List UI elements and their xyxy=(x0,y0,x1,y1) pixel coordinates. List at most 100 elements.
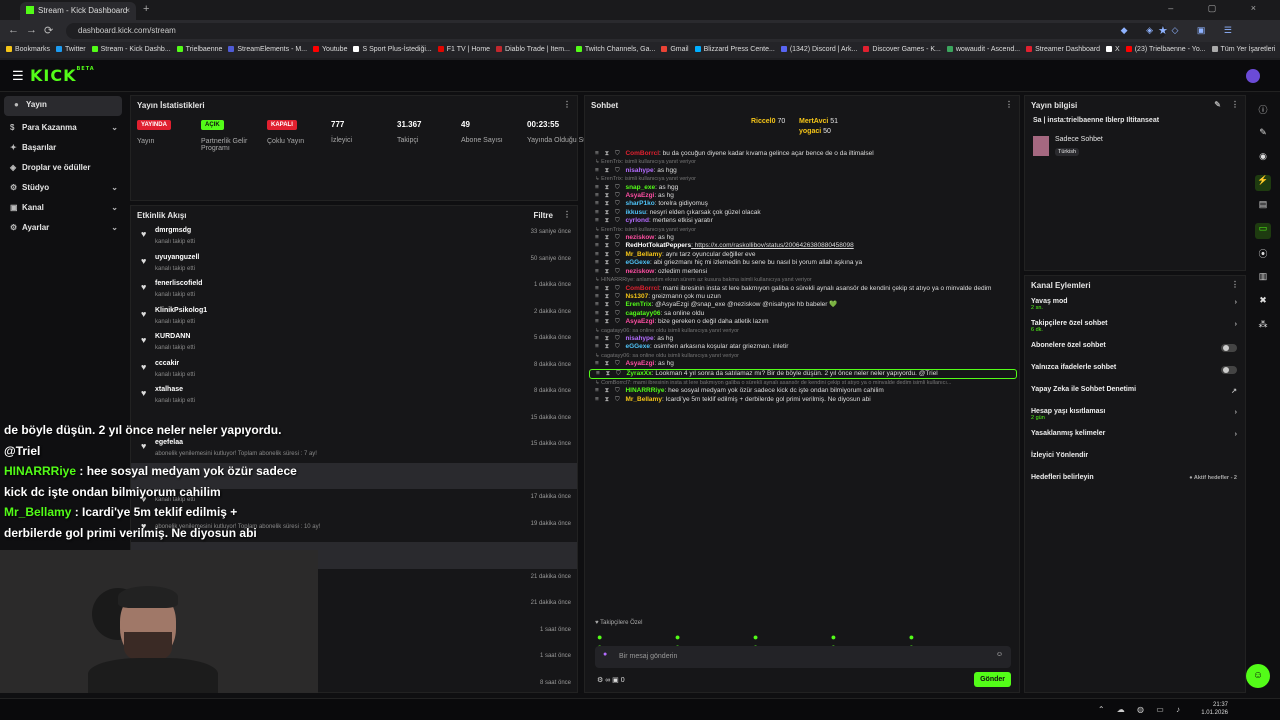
mod-actions-icon[interactable]: ≡ ⧗ ⛉ xyxy=(595,242,625,249)
mic-icon[interactable]: ● xyxy=(603,651,607,658)
activity-row[interactable]: ♥ dmrgmsdg kanalı takip etti 33 saniye önce xyxy=(131,224,577,251)
stats-icon[interactable]: ▥ xyxy=(1255,271,1271,287)
bookmark-item[interactable]: StreamElements - M... xyxy=(228,46,307,53)
goal-status[interactable]: ● Aktif hedefler - 2 xyxy=(1189,475,1237,481)
activity-row[interactable]: ♥ uyuyanguzell kanalı takip etti 50 saniye … xyxy=(131,251,577,278)
chat-username[interactable]: cagatayy06 xyxy=(625,310,660,317)
chat-message[interactable]: ≡ ⧗ ⛉ ErenTrix: @AsyaEzgi @snap_exe @nez… xyxy=(589,301,1017,309)
bookmark-item[interactable]: F1 TV | Home xyxy=(437,46,490,53)
mod-actions-icon[interactable]: ≡ ⧗ ⛉ xyxy=(595,150,625,157)
wrench-icon[interactable]: ✖ xyxy=(1255,295,1271,311)
document-icon[interactable]: ▤ xyxy=(1255,199,1271,215)
close-tab-icon[interactable]: × xyxy=(125,6,130,15)
avatar[interactable] xyxy=(1246,69,1260,83)
mod-actions-icon[interactable]: ≡ ⧗ ⛉ xyxy=(595,335,625,342)
chat-username[interactable]: ikkusu xyxy=(625,209,646,216)
activity-row[interactable]: ♥ cccakir kanalı takip etti 8 dakika önce xyxy=(131,357,577,384)
mod-actions-icon[interactable]: ≡ ⧗ ⛉ xyxy=(595,192,625,199)
channel-action-row[interactable]: Yalnızca ifadelerle sohbet xyxy=(1025,360,1245,382)
filter-button[interactable]: Filtre xyxy=(533,211,553,220)
window-controls[interactable]: – ▢ × xyxy=(1168,3,1272,14)
chevron-right-icon[interactable]: › xyxy=(1235,321,1237,328)
chat-username[interactable]: HINARRRiye xyxy=(625,387,664,394)
mod-actions-icon[interactable]: ≡ ⧗ ⛉ xyxy=(595,234,625,241)
channel-action-row[interactable]: Hesap yaşı kısıtlaması 2 gün › xyxy=(1025,404,1245,426)
forward-icon[interactable]: → xyxy=(26,24,37,36)
chat-username[interactable]: Ns1307 xyxy=(625,293,648,300)
sidebar-item-1[interactable]: $ Para Kazanma ⌄ xyxy=(0,119,126,139)
emote-bar[interactable]: ● ● ● ● ● ● ● ● ● ● xyxy=(597,632,1017,652)
bookmark-item[interactable]: Blizzard Press Cente... xyxy=(694,46,775,53)
bookmark-item[interactable]: Youtube xyxy=(313,46,347,53)
chat-message[interactable]: ≡ ⧗ ⛉ cagatayy06: sa online oldu xyxy=(589,310,1017,318)
mod-actions-icon[interactable]: ≡ ⧗ ⛉ xyxy=(595,301,625,308)
mod-actions-icon[interactable]: ≡ ⧗ ⛉ xyxy=(595,217,625,224)
browser-tab[interactable]: Stream - Kick Dashboard × xyxy=(20,2,136,20)
top-gifter[interactable]: Riccel0 70 xyxy=(751,118,785,125)
reload-icon[interactable]: ⟳ xyxy=(44,24,53,37)
chevron-right-icon[interactable]: › xyxy=(1235,409,1237,416)
chevron-down-icon[interactable]: ⌄ xyxy=(111,123,118,132)
bookmark-item[interactable]: wowaudit - Ascend... xyxy=(946,46,1020,53)
sidebar-item-6[interactable]: ⚙ Ayarlar ⌄ xyxy=(0,219,126,239)
gift-icon[interactable]: ▣ xyxy=(612,677,619,684)
bookmark-item[interactable]: S Sport Plus-İstediği... xyxy=(353,46,432,53)
chevron-down-icon[interactable]: ⌄ xyxy=(111,183,118,192)
more-icon[interactable]: ⋮ xyxy=(563,210,571,219)
channel-action-row[interactable]: Takipçilere özel sohbet 6 dk. › xyxy=(1025,316,1245,338)
chat-username[interactable]: ComBorrcl xyxy=(625,285,659,292)
chat-username[interactable]: neziskow xyxy=(625,268,654,275)
chat-message[interactable]: ≡ ⧗ ⛉ eGGexe: abi griezmanı hiç mi izlem… xyxy=(589,259,1017,267)
bookmark-item[interactable]: Stream - Kick Dashb... xyxy=(91,46,171,53)
chevron-down-icon[interactable]: ⌄ xyxy=(111,223,118,232)
chat-username[interactable]: RedHotTokatPeppers xyxy=(625,242,691,249)
mod-actions-icon[interactable]: ≡ ⧗ ⛉ xyxy=(595,396,625,403)
chat-message[interactable]: ≡ ⧗ ⛉ snap_exe: as hgg xyxy=(589,184,1017,192)
info-icon[interactable]: ⓘ xyxy=(1255,103,1271,119)
pencil-icon[interactable]: ✎ xyxy=(1255,127,1271,143)
chat-input[interactable]: ● Bir mesaj gönderin ☺ xyxy=(595,646,1011,668)
mod-actions-icon[interactable]: ≡ ⧗ ⛉ xyxy=(595,251,625,258)
more-icon[interactable]: ⋮ xyxy=(1005,100,1013,109)
channel-action-row[interactable]: İzleyici Yönlendir xyxy=(1025,448,1245,470)
channel-action-row[interactable]: Abonelere özel sohbet xyxy=(1025,338,1245,360)
chat-username[interactable]: ComBorrcl xyxy=(625,150,659,157)
chat-username[interactable]: sharP1ko xyxy=(625,200,654,207)
extensions-icon[interactable]: ◆ ◈ ◇ ▣ ☰ xyxy=(1121,25,1240,36)
mod-actions-icon[interactable]: ≡ ⧗ ⛉ xyxy=(595,259,625,266)
back-icon[interactable]: ← xyxy=(8,24,19,36)
bookmark-item[interactable]: Streamer Dashboard xyxy=(1026,46,1100,53)
chat-message[interactable]: ≡ ⧗ ⛉ AsyaEzgi: as hg xyxy=(589,192,1017,200)
mod-actions-icon[interactable]: ≡ ⧗ ⛉ xyxy=(595,343,625,350)
bookmark-item[interactable]: (1342) Discord | Ark... xyxy=(780,46,857,53)
chat-message[interactable]: ≡ ⧗ ⛉ Mr_Bellamy: Icardi'ye 5m teklif ed… xyxy=(589,396,1017,404)
chat-username[interactable]: nisahype xyxy=(625,335,653,342)
chat-username[interactable]: Mr_Bellamy xyxy=(625,396,662,403)
menu-icon[interactable]: ☰ xyxy=(12,68,24,84)
chat-message[interactable]: ≡ ⧗ ⛉ AsyaEzgi: as hg xyxy=(589,360,1017,368)
sidebar-item-2[interactable]: ✦ Başarılar xyxy=(0,139,126,159)
chat-message[interactable]: ≡ ⧗ ⛉ sharP1ko: torelra gidiyomuş xyxy=(589,200,1017,208)
mod-actions-icon[interactable]: ≡ ⧗ ⛉ xyxy=(595,285,625,292)
mod-actions-icon[interactable]: ≡ ⧗ ⛉ xyxy=(595,293,625,300)
sidebar-item-3[interactable]: ◈ Droplar ve ödüller xyxy=(0,159,126,179)
mod-actions-icon[interactable]: ≡ ⧗ ⛉ xyxy=(595,387,625,394)
chat-message[interactable]: ≡ ⧗ ⛉ ZyraxXx: Lookman 4 yıl sonra da sa… xyxy=(589,368,1017,379)
kick-logo[interactable]: KICKBETA xyxy=(30,66,95,85)
more-icon[interactable]: ⋮ xyxy=(563,100,571,109)
bookmark-item[interactable]: (23) Trielbaenne - Yo... xyxy=(1125,46,1206,53)
external-link-icon[interactable]: ↗ xyxy=(1231,387,1237,395)
chat-message[interactable]: ≡ ⧗ ⛉ nisahype: as hg xyxy=(589,335,1017,343)
chat-message[interactable]: ≡ ⧗ ⛉ neziskow: as hg xyxy=(589,234,1017,242)
mod-icon[interactable]: ⚙ ∞ xyxy=(597,677,610,684)
activity-row[interactable]: ♥ KURDANN kanalı takip etti 5 dakika önce xyxy=(131,330,577,357)
chat-message[interactable]: ≡ ⧗ ⛉ neziskow: ozledim mertensi xyxy=(589,268,1017,276)
lightning-icon[interactable]: ⚡ xyxy=(1255,175,1271,191)
sidebar-item-0[interactable]: ● Yayın xyxy=(4,96,122,116)
camera-icon[interactable]: ◉ xyxy=(1255,151,1271,167)
sidebar-item-4[interactable]: ⚙ Stüdyo ⌄ xyxy=(0,179,126,199)
sidebar-item-5[interactable]: ▣ Kanal ⌄ xyxy=(0,199,126,219)
more-icon[interactable]: ⋮ xyxy=(1231,100,1239,109)
mod-actions-icon[interactable]: ≡ ⧗ ⛉ xyxy=(595,209,625,216)
chat-text[interactable]: : https://x.com/raskollibov/status/20064… xyxy=(691,242,854,249)
